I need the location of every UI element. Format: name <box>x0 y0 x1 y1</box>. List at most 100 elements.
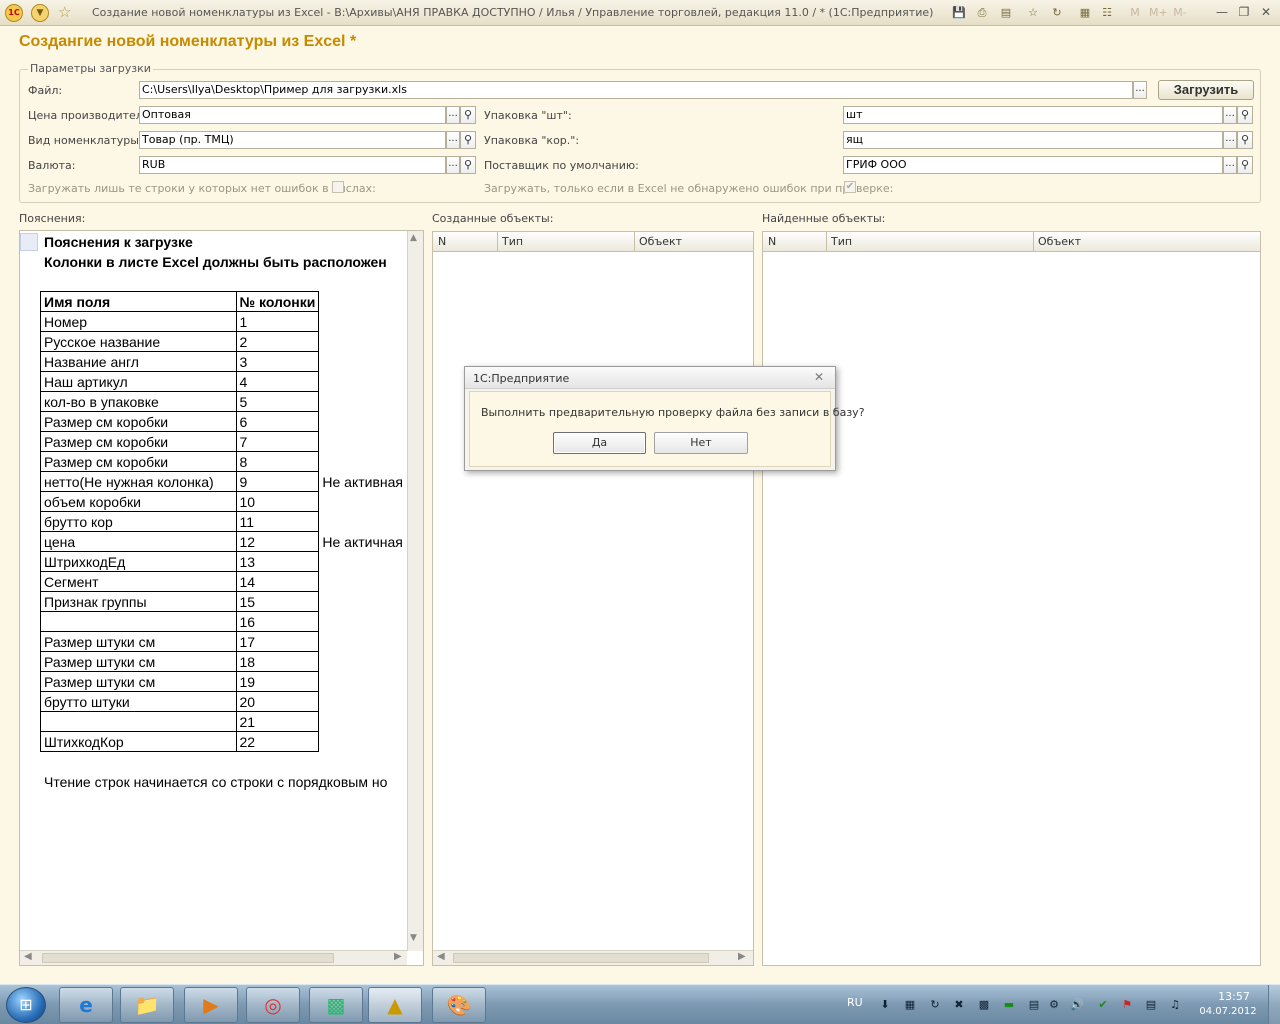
row-note <box>319 552 407 572</box>
dialog-yes-button[interactable]: Да <box>553 432 646 454</box>
tray-sound-icon[interactable]: ♫ <box>1167 997 1183 1013</box>
memory-m-icon[interactable]: M <box>1127 5 1143 21</box>
row-field-name: Сегмент <box>40 571 237 592</box>
supplier-input[interactable]: ГРИФ ООО <box>843 156 1223 174</box>
pack-box-input[interactable]: ящ <box>843 131 1223 149</box>
dialog-no-button[interactable]: Нет <box>654 432 748 454</box>
row-column-number: 16 <box>235 611 320 632</box>
pack-box-search-icon[interactable]: ⚲ <box>1237 131 1253 149</box>
currency-search-icon[interactable]: ⚲ <box>460 156 476 174</box>
scroll-up-icon[interactable]: ▲ <box>410 233 417 243</box>
memory-mminus-icon[interactable]: M- <box>1172 5 1188 21</box>
pack-box-label: Упаковка "кор.": <box>484 134 580 147</box>
created-scroll-left-icon[interactable]: ◀ <box>437 951 445 962</box>
paint-app-icon[interactable]: 🎨 <box>432 987 486 1023</box>
file-explorer-icon[interactable]: 📁 <box>120 987 174 1023</box>
dialog-close-icon[interactable]: ✕ <box>814 370 824 384</box>
favorites-star-icon[interactable]: ☆ <box>58 3 71 21</box>
tray-monitor-icon[interactable]: ▤ <box>1026 997 1042 1013</box>
load-button[interactable]: Загрузить <box>1158 80 1254 100</box>
created-hscroll-thumb[interactable] <box>453 953 709 963</box>
found-col-n[interactable]: N <box>768 235 776 248</box>
tray-battery-icon[interactable]: ▬ <box>1001 997 1017 1013</box>
price-search-icon[interactable]: ⚲ <box>460 106 476 124</box>
found-col-object[interactable]: Объект <box>1038 235 1081 248</box>
terminal-icon[interactable]: ▩ <box>309 987 363 1023</box>
row-column-number: 15 <box>235 591 320 612</box>
drawing-app-icon[interactable]: ▲ <box>368 987 422 1023</box>
row-column-number: 13 <box>235 551 320 572</box>
preview-icon[interactable]: ▤ <box>998 5 1014 21</box>
load-if-check-checkbox[interactable]: ✔ <box>844 181 856 193</box>
scroll-left-icon[interactable]: ◀ <box>24 951 32 962</box>
found-grid[interactable]: N Тип Объект <box>762 231 1261 966</box>
calculator-icon[interactable]: ▦ <box>1077 5 1093 21</box>
created-col-n[interactable]: N <box>438 235 446 248</box>
created-col-type[interactable]: Тип <box>502 235 523 248</box>
pack-box-select-button[interactable]: ... <box>1223 131 1237 149</box>
internet-explorer-icon[interactable]: e <box>59 987 113 1023</box>
table-header-row: Имя поля № колонки <box>40 291 407 312</box>
history-icon[interactable]: ↻ <box>1049 5 1065 21</box>
file-input[interactable]: C:\Users\Ilya\Desktop\Пример для загрузк… <box>139 81 1133 99</box>
created-scroll-right-icon[interactable]: ▶ <box>738 951 746 962</box>
clock-date[interactable]: 04.07.2012 <box>1198 1006 1258 1017</box>
restore-button[interactable]: ❐ <box>1234 5 1254 21</box>
kind-input[interactable]: Товар (пр. ТМЦ) <box>139 131 446 149</box>
clock-time[interactable]: 13:57 <box>1204 990 1264 1003</box>
calendar-icon[interactable]: ☷ <box>1099 5 1115 21</box>
sheet-vscrollbar[interactable]: ▲ ▼ <box>407 231 423 951</box>
chrome-icon[interactable]: ◎ <box>246 987 300 1023</box>
pack-pcs-input[interactable]: шт <box>843 106 1223 124</box>
price-input[interactable]: Оптовая <box>139 106 446 124</box>
currency-input[interactable]: RUB <box>139 156 446 174</box>
row-field-name: Размер штуки см <box>40 631 237 652</box>
table-row: Размер штуки см 17 <box>40 631 407 652</box>
load-if-check-label: Загружать, только если в Excel не обнару… <box>484 182 894 195</box>
price-select-button[interactable]: ... <box>446 106 460 124</box>
tray-volume-icon[interactable]: 🔊 <box>1069 997 1085 1013</box>
supplier-select-button[interactable]: ... <box>1223 156 1237 174</box>
tray-action-center-icon[interactable]: ⚑ <box>1119 997 1135 1013</box>
tray-shield-icon[interactable]: ✔ <box>1095 997 1111 1013</box>
close-button[interactable]: ✕ <box>1256 5 1276 21</box>
supplier-search-icon[interactable]: ⚲ <box>1237 156 1253 174</box>
app-logo-1c-icon[interactable]: 1С <box>5 4 23 22</box>
created-col-object[interactable]: Объект <box>639 235 682 248</box>
tray-update-icon[interactable]: ↻ <box>927 997 943 1013</box>
row-field-name: Название англ <box>40 351 237 372</box>
tray-tool-icon[interactable]: ✖ <box>951 997 967 1013</box>
row-column-number: 1 <box>235 311 320 332</box>
scroll-right-icon[interactable]: ▶ <box>394 951 402 962</box>
print-icon[interactable]: ⎙ <box>974 5 990 21</box>
load-no-errors-checkbox[interactable] <box>332 181 344 193</box>
created-hscrollbar[interactable]: ◀ ▶ <box>433 950 753 965</box>
pack-pcs-select-button[interactable]: ... <box>1223 106 1237 124</box>
found-col-type[interactable]: Тип <box>831 235 852 248</box>
explanations-sheet[interactable]: Пояснения к загрузке Колонки в листе Exc… <box>20 231 407 951</box>
sheet-hscroll-thumb[interactable] <box>42 953 334 963</box>
sheet-hscrollbar[interactable]: ◀ ▶ <box>20 950 407 965</box>
file-select-button[interactable]: ... <box>1133 81 1147 99</box>
tray-network-icon[interactable]: ▦ <box>902 997 918 1013</box>
tray-settings-icon[interactable]: ⚙ <box>1046 997 1062 1013</box>
media-player-icon[interactable]: ▶ <box>184 987 238 1023</box>
columns-table: Имя поля № колонки Номер 1 Русское названи… <box>40 291 407 752</box>
favorite-add-icon[interactable]: ☆ <box>1025 5 1041 21</box>
start-button[interactable]: ⊞ <box>6 987 46 1023</box>
kind-select-button[interactable]: ... <box>446 131 460 149</box>
pack-pcs-search-icon[interactable]: ⚲ <box>1237 106 1253 124</box>
tray-wifi-icon[interactable]: ▤ <box>1143 997 1159 1013</box>
kind-search-icon[interactable]: ⚲ <box>460 131 476 149</box>
scroll-down-icon[interactable]: ▼ <box>410 933 417 943</box>
created-grid[interactable]: N Тип Объект ◀ ▶ <box>432 231 754 966</box>
currency-select-button[interactable]: ... <box>446 156 460 174</box>
memory-mplus-icon[interactable]: M+ <box>1149 5 1168 21</box>
save-icon[interactable]: 💾 <box>951 5 967 21</box>
minimize-button[interactable]: — <box>1212 5 1232 21</box>
show-desktop-button[interactable] <box>1268 985 1280 1024</box>
language-indicator[interactable]: RU <box>847 996 863 1009</box>
tray-device-icon[interactable]: ▩ <box>976 997 992 1013</box>
main-menu-button[interactable]: ▼ <box>31 4 49 22</box>
tray-download-icon[interactable]: ⬇ <box>877 997 893 1013</box>
